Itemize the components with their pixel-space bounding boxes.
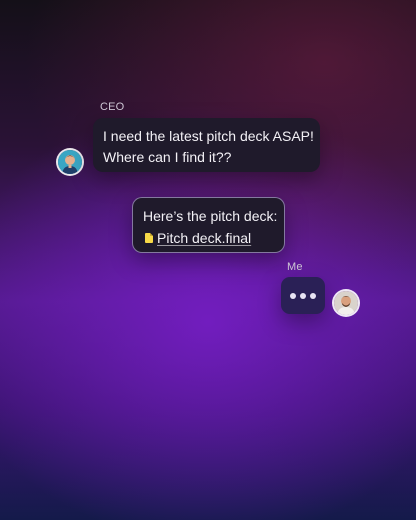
- ceo-sender-label: CEO: [100, 101, 125, 113]
- chat-scene: CEO I need the latest pitch deck ASAP! W…: [0, 0, 416, 520]
- typing-dot: [310, 292, 316, 299]
- ceo-message-line-2: Where can I find it??: [103, 149, 232, 165]
- me-sender-label: Me: [287, 261, 303, 273]
- ceo-avatar-image: [58, 150, 82, 174]
- typing-dot: [290, 292, 296, 299]
- file-name: Pitch deck.final: [157, 230, 252, 246]
- typing-indicator-bubble: [281, 277, 325, 314]
- ceo-message-bubble: I need the latest pitch deck ASAP! Where…: [93, 118, 320, 172]
- typing-dot: [300, 292, 306, 299]
- document-icon: [145, 233, 153, 243]
- ceo-message-line-1: I need the latest pitch deck ASAP!: [103, 128, 314, 144]
- me-avatar[interactable]: [334, 291, 358, 315]
- file-attachment-link[interactable]: Pitch deck.final: [143, 230, 274, 246]
- reply-message-text: Here’s the pitch deck:: [143, 208, 278, 224]
- reply-message-bubble: Here’s the pitch deck: Pitch deck.final: [132, 197, 285, 253]
- ceo-avatar[interactable]: [58, 150, 82, 174]
- me-avatar-image: [334, 291, 358, 315]
